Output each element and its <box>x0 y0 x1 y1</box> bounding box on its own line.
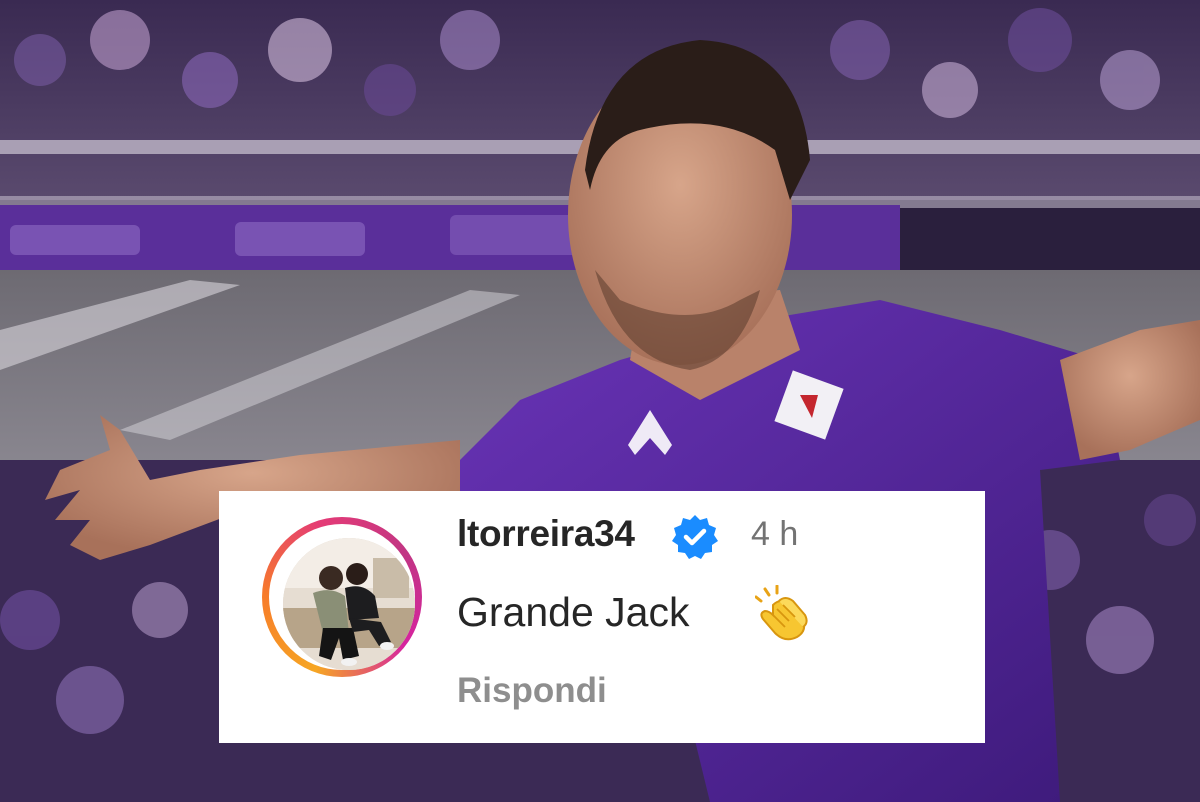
verified-badge-icon <box>672 515 718 559</box>
avatar[interactable] <box>283 538 415 670</box>
comment-timestamp: 4 h <box>751 515 799 553</box>
username-link[interactable]: ltorreira34 <box>457 513 635 555</box>
story-ring[interactable] <box>262 517 422 677</box>
clapping-hands-icon <box>755 585 808 641</box>
comment-card: ltorreira34 4 h Grande Jack Rispondi <box>219 491 985 743</box>
reply-button[interactable]: Rispondi <box>457 671 607 711</box>
comment-text: Grande Jack <box>457 589 690 635</box>
